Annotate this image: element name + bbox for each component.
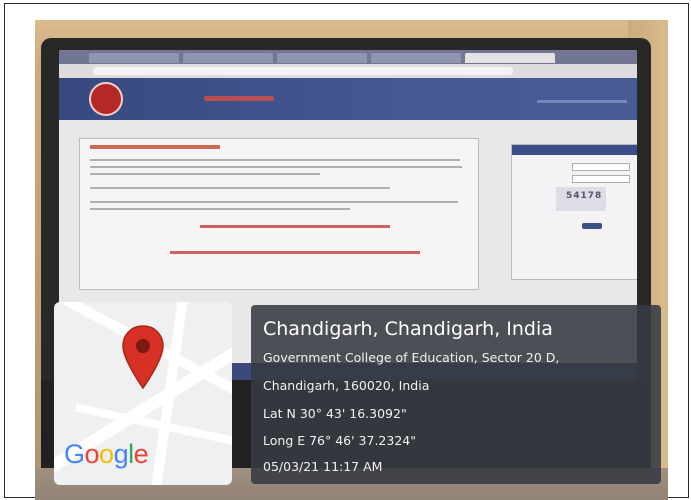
- location-title: Chandigarh, Chandigarh, India: [263, 318, 553, 340]
- longitude-text: Long E 76° 46' 37.2324": [263, 433, 416, 448]
- geotag-overlay: Chandigarh, Chandigarh, India Government…: [251, 305, 661, 484]
- google-logo-letter: g: [113, 439, 129, 469]
- datetime-text: 05/03/21 11:17 AM: [263, 459, 383, 474]
- map-thumbnail: Google: [54, 302, 232, 485]
- latitude-text: Lat N 30° 43' 16.3092": [263, 406, 407, 421]
- google-logo: Google: [64, 439, 149, 470]
- address-line-1: Government College of Education, Sector …: [263, 350, 560, 365]
- google-logo-letter: G: [64, 439, 85, 469]
- google-logo-letter: o: [84, 439, 100, 469]
- google-logo-letter: e: [133, 439, 149, 469]
- address-line-2: Chandigarh, 160020, India: [263, 378, 430, 393]
- google-logo-letter: o: [99, 439, 114, 469]
- map-pin-icon: [122, 325, 164, 390]
